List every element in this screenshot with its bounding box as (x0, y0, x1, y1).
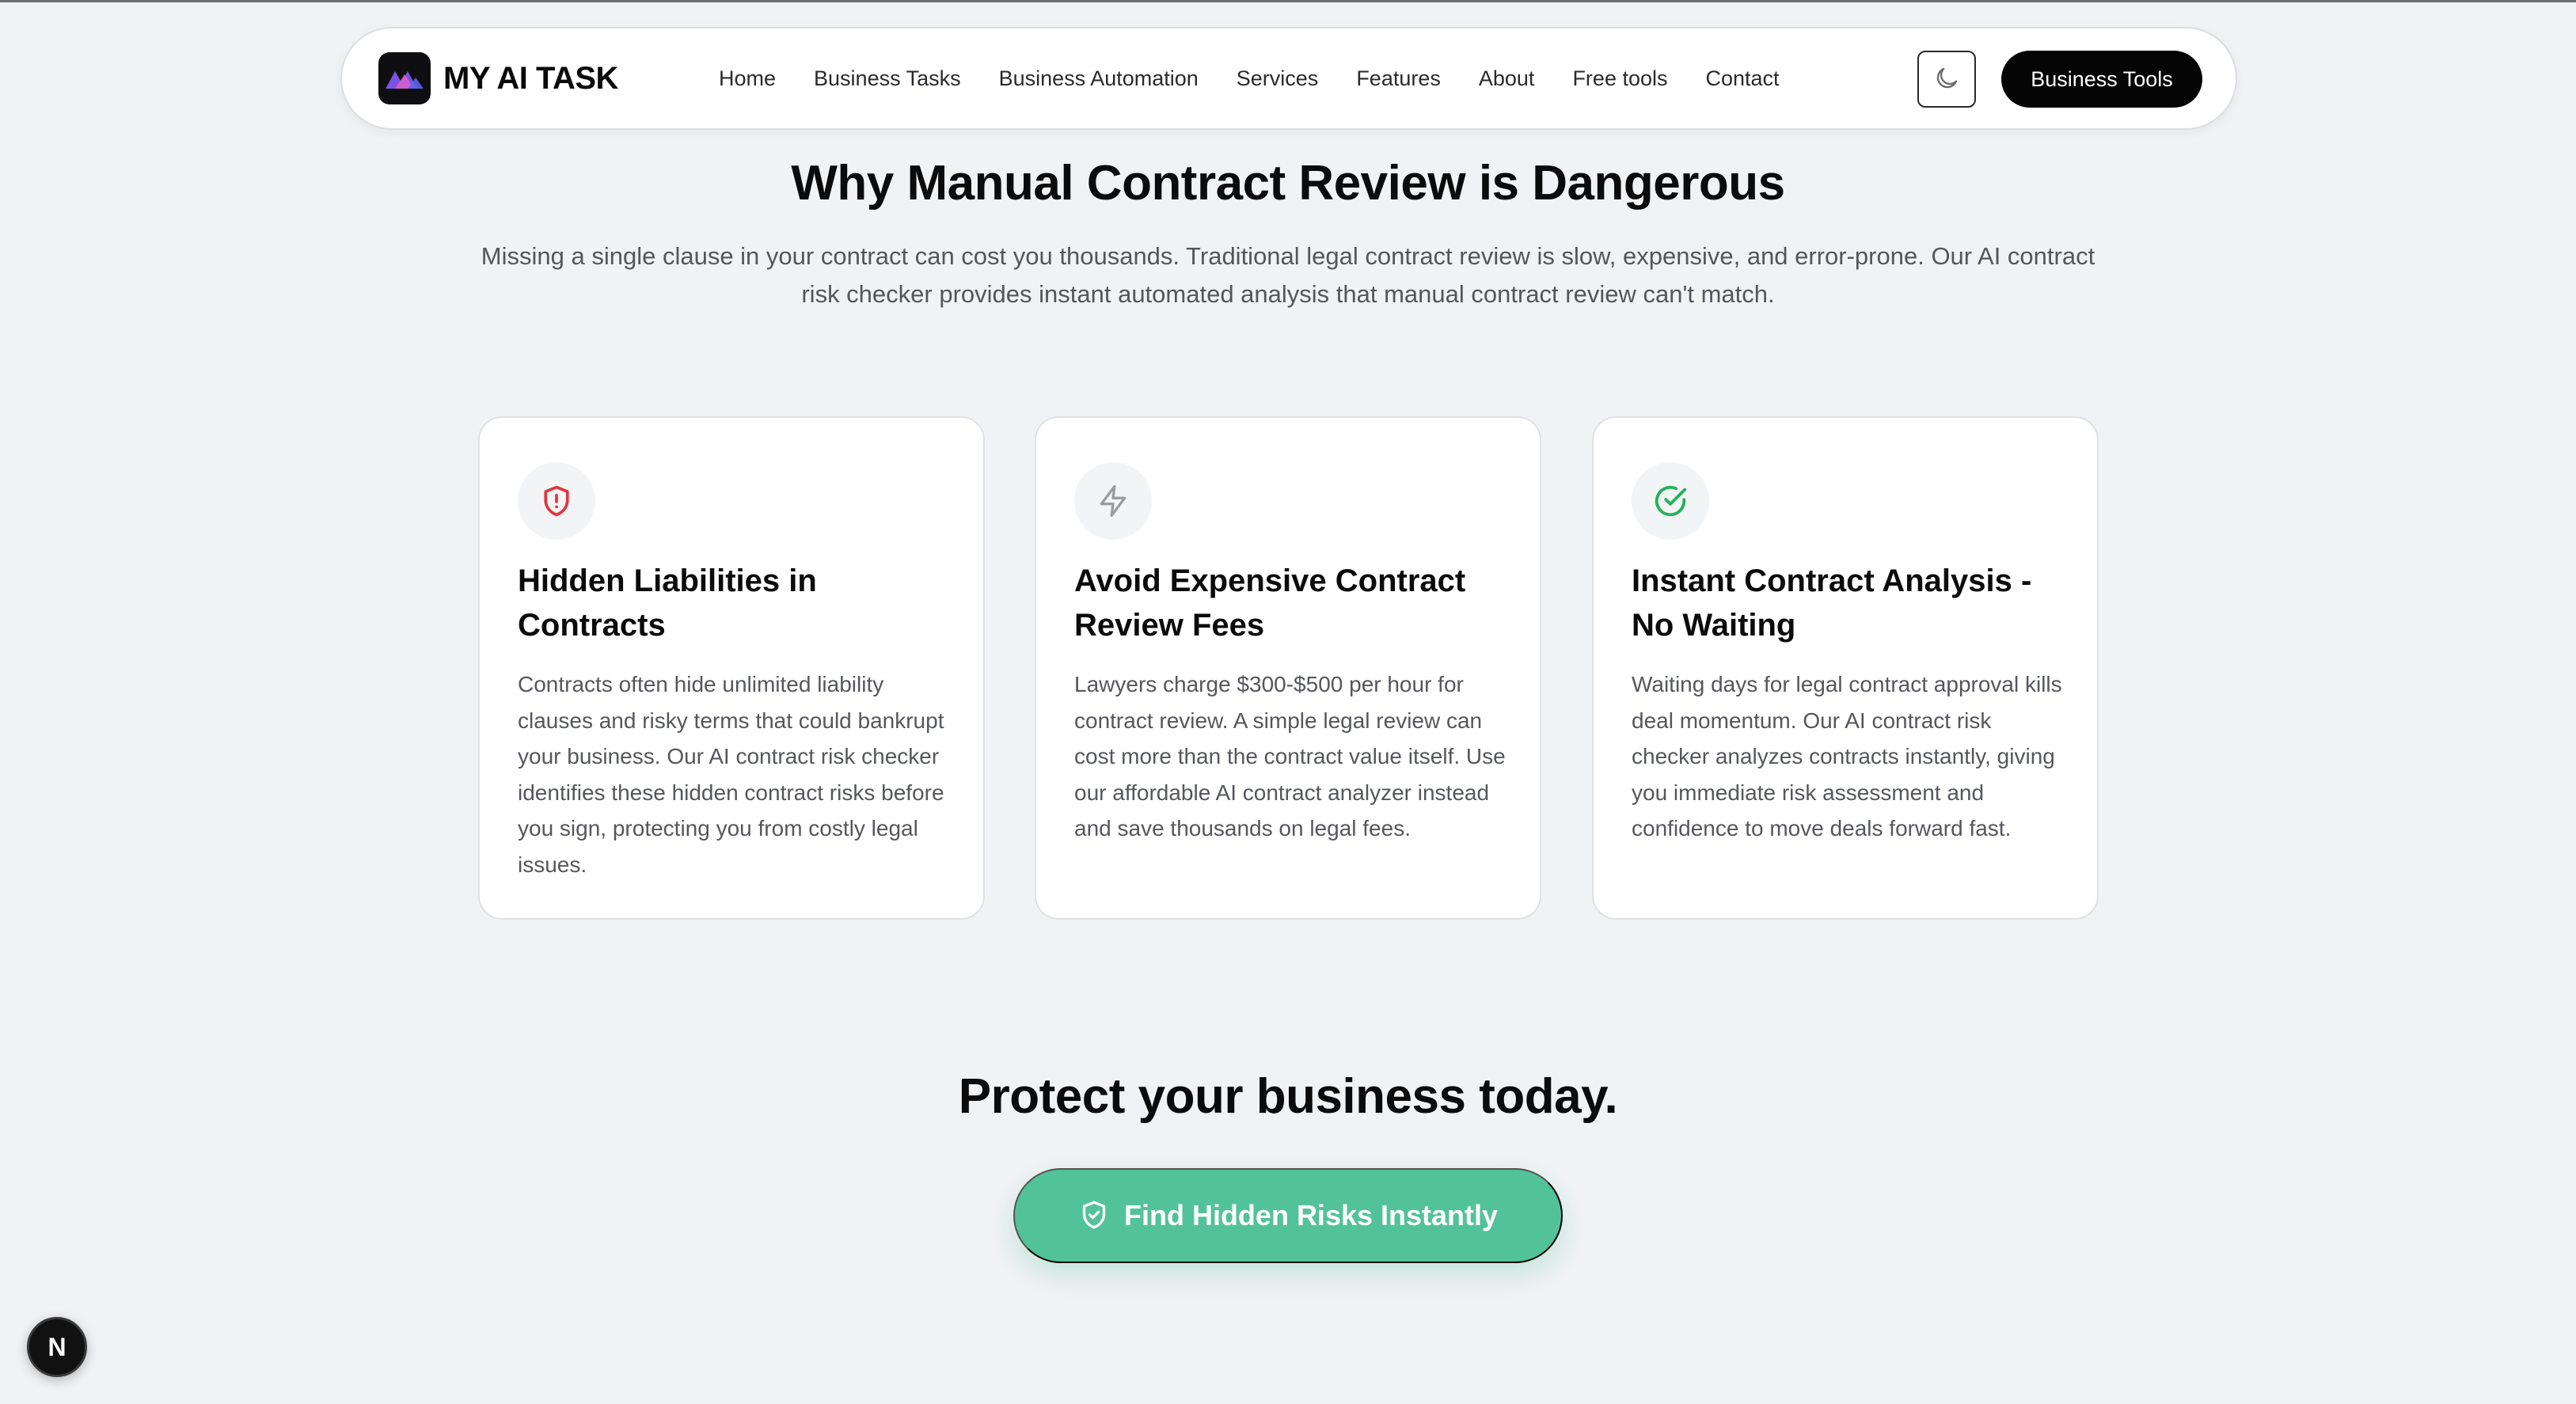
logo[interactable]: MY AI TASK (378, 52, 618, 104)
card-title: Avoid Expensive Contract Review Fees (1074, 563, 1466, 643)
nav-business-tasks[interactable]: Business Tasks (814, 66, 961, 91)
shield-alert-icon (518, 462, 595, 540)
nav-features[interactable]: Features (1356, 66, 1441, 91)
card-expensive-fees: Avoid Expensive Contract Review Fees Law… (1035, 416, 1541, 920)
check-circle-icon (1632, 462, 1709, 540)
cta-heading: Protect your business today. (958, 1069, 1618, 1124)
nav-business-automation[interactable]: Business Automation (999, 66, 1199, 91)
card-hidden-liabilities: Hidden Liabilities in Contracts Contract… (478, 416, 985, 920)
find-hidden-risks-button[interactable]: Find Hidden Risks Instantly (1013, 1168, 1563, 1263)
logo-text: MY AI TASK (443, 60, 618, 96)
card-title: Hidden Liabilities in Contracts (518, 563, 817, 643)
lightning-icon (1074, 462, 1152, 540)
card-instant-analysis: Instant Contract Analysis - No Waiting W… (1592, 416, 2099, 920)
main-nav: Home Business Tasks Business Automation … (719, 28, 1780, 128)
navbar: MY AI TASK Home Business Tasks Business … (340, 27, 2237, 130)
card-body: Lawyers charge $300-$500 per hour for co… (1074, 672, 1506, 841)
nav-services[interactable]: Services (1237, 66, 1319, 91)
window-top-edge (0, 0, 2576, 2)
logo-mark-icon (378, 52, 431, 104)
theme-toggle-button[interactable] (1917, 51, 1976, 108)
nav-about[interactable]: About (1479, 66, 1535, 91)
section-heading: Why Manual Contract Review is Dangerous (791, 156, 1785, 211)
nextjs-dev-badge[interactable]: N (27, 1317, 87, 1377)
card-title: Instant Contract Analysis - No Waiting (1632, 563, 2032, 643)
business-tools-button[interactable]: Business Tools (2001, 51, 2202, 108)
nav-home[interactable]: Home (719, 66, 776, 91)
section-intro: Missing a single clause in your contract… (481, 242, 2095, 308)
card-body: Contracts often hide unlimited liability… (518, 672, 944, 877)
moon-icon (1932, 64, 1961, 95)
nav-contact[interactable]: Contact (1706, 66, 1780, 91)
card-body: Waiting days for legal contract approval… (1632, 672, 2062, 841)
shield-check-icon (1078, 1199, 1110, 1233)
nav-free-tools[interactable]: Free tools (1572, 66, 1667, 91)
cta-button-label: Find Hidden Risks Instantly (1123, 1199, 1499, 1231)
